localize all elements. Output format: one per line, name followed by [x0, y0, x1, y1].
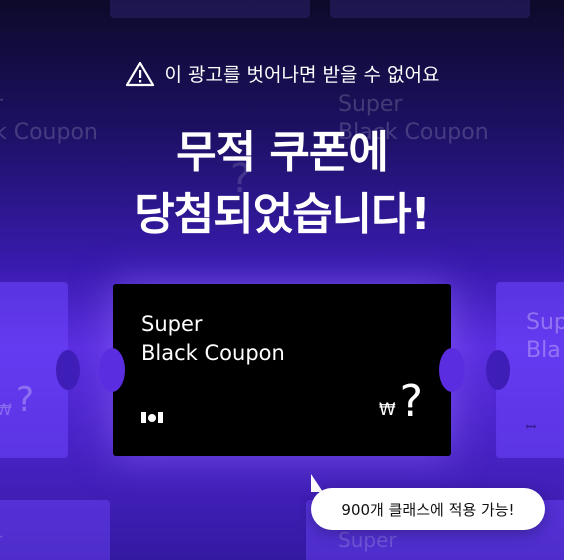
ghost-coupon-title: Super — [338, 92, 403, 117]
ghost-coupon-title: Sup — [526, 310, 564, 335]
coupon-notch-right — [439, 348, 465, 392]
ghost-coupon-title: Bla — [526, 338, 561, 363]
headline-line-2: 당첨되었습니다! — [134, 189, 430, 240]
price-value: ? — [399, 376, 423, 427]
ghost-logo-icon: ꟷ — [526, 420, 536, 434]
ghost-coupon-title: r — [0, 528, 2, 552]
ghost-coupon — [330, 0, 530, 18]
currency-symbol: ₩ — [378, 400, 396, 420]
ghost-coupon — [110, 0, 310, 18]
ghost-notch — [486, 350, 510, 390]
warning-banner: 이 광고를 벗어나면 받을 수 없어요 — [0, 60, 564, 87]
coupon-title: Super Black Coupon — [141, 310, 285, 368]
coupon-price: ₩ ? — [379, 380, 423, 424]
ghost-currency: ₩ — [0, 400, 12, 419]
headline-line-1: 무적 쿠폰에 — [176, 127, 389, 178]
bubble-text: 900개 클래스에 적용 가능! — [341, 500, 515, 519]
coupon-title-line-2: Black Coupon — [141, 341, 285, 365]
coupon-notch-left — [99, 348, 125, 392]
warning-triangle-icon — [125, 61, 154, 86]
ghost-coupon-title: r — [0, 92, 3, 118]
ghost-coupon-bottom-left — [0, 500, 110, 560]
ghost-notch — [56, 350, 80, 390]
brand-logo-icon — [141, 412, 163, 423]
super-black-coupon[interactable]: Super Black Coupon ₩ ? — [99, 284, 465, 456]
info-bubble: 900개 클래스에 적용 가능! — [311, 488, 545, 530]
headline: 무적 쿠폰에 당첨되었습니다! — [0, 122, 564, 246]
bubble-tail — [311, 474, 323, 492]
ghost-coupon-title: Super — [338, 528, 397, 552]
coupon-title-line-1: Super — [141, 312, 203, 336]
warning-text: 이 광고를 벗어나면 받을 수 없어요 — [164, 64, 440, 86]
ghost-price: ? — [16, 380, 35, 420]
